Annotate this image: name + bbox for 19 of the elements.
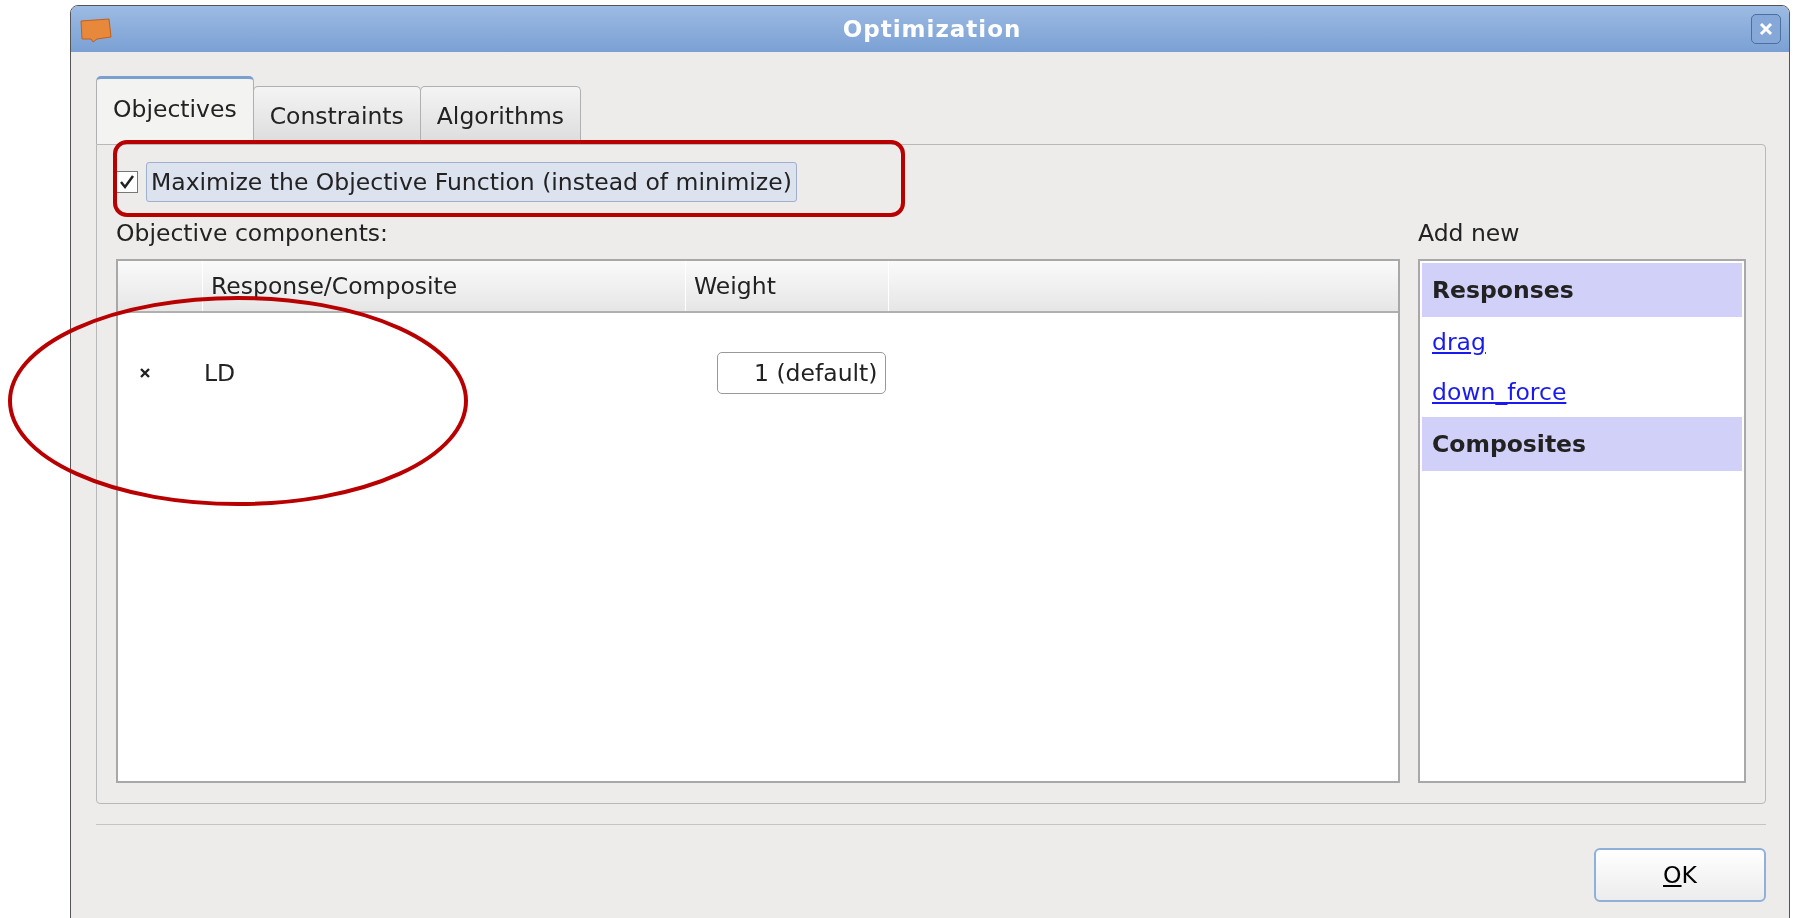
link[interactable]: down_force — [1432, 378, 1567, 406]
app-logo-icon — [79, 15, 113, 43]
ok-button[interactable]: OK — [1594, 848, 1766, 902]
remove-icon[interactable] — [139, 367, 151, 379]
table-cell-text: LD — [203, 359, 237, 387]
link[interactable]: drag — [1432, 328, 1486, 356]
section-label: Add new — [1418, 218, 1521, 249]
tab[interactable]: Objectives — [96, 76, 254, 144]
checkbox-label[interactable]: Maximize the Objective Function (instead of minimize) — [146, 162, 797, 202]
close-button[interactable] — [1751, 14, 1781, 44]
section-label: Objective components: — [116, 218, 389, 249]
close-icon — [1758, 21, 1774, 37]
list-header: Responses — [1422, 263, 1742, 317]
list-header: Composites — [1422, 417, 1742, 471]
weight-field[interactable]: 1 (default) — [717, 352, 887, 394]
column-header: Weight — [686, 261, 889, 311]
column-header: Response/Composite — [203, 261, 686, 311]
checkbox[interactable] — [116, 171, 138, 193]
window-title: Optimization — [841, 16, 1023, 42]
